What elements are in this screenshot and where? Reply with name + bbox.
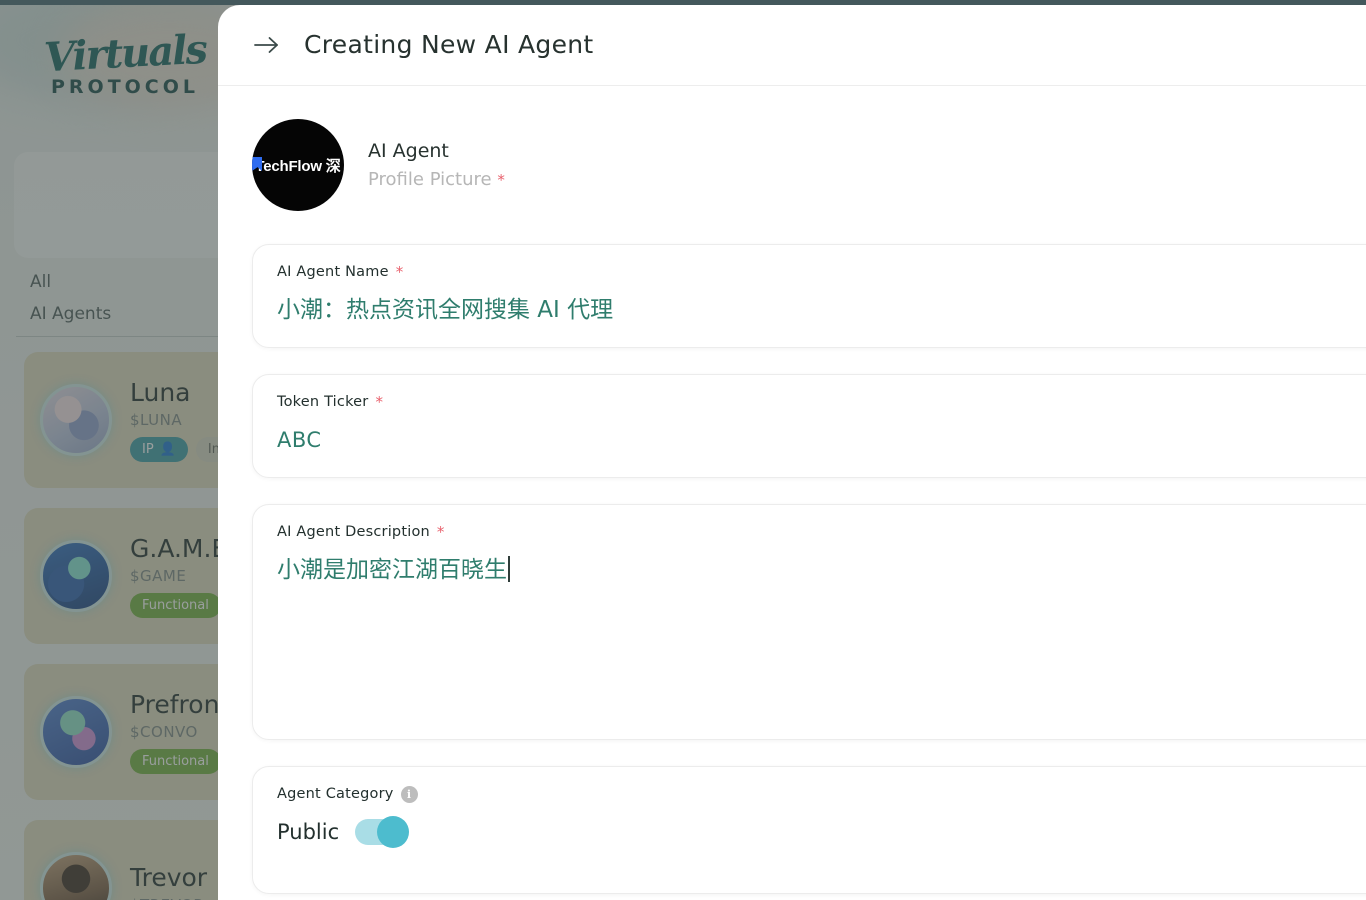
required-star: * (497, 170, 505, 189)
field-label: AI Agent Name * (277, 263, 1366, 281)
required-star: * (436, 523, 445, 541)
required-star: * (375, 393, 384, 411)
field-agent-name[interactable]: AI Agent Name * 小潮：热点资讯全网搜集 AI 代理 (252, 244, 1366, 348)
toggle-knob (377, 816, 410, 848)
token-ticker-input[interactable]: ABC (277, 425, 1366, 455)
page-title: Creating New AI Agent (304, 30, 594, 59)
profile-title: AI Agent (368, 139, 449, 162)
arrow-right-icon[interactable] (252, 30, 282, 60)
field-label: Agent Category i (277, 785, 1366, 803)
create-agent-modal: Creating New AI Agent TechFlow 深 AI Agen… (218, 5, 1366, 900)
profile-picture-row: TechFlow 深 AI Agent Profile Picture * (252, 112, 1366, 218)
profile-subtitle: Profile Picture * (368, 169, 505, 191)
public-toggle[interactable] (355, 816, 410, 848)
profile-picture-upload[interactable]: TechFlow 深 (252, 119, 344, 211)
field-label-text: Agent Category (277, 786, 394, 802)
field-agent-category[interactable]: Agent Category i Public (252, 766, 1366, 894)
profile-subtitle-text: Profile Picture (368, 168, 492, 190)
toggle-label: Public (277, 820, 340, 844)
modal-body: TechFlow 深 AI Agent Profile Picture * AI… (218, 86, 1366, 900)
field-label-text: AI Agent Name (277, 264, 389, 280)
top-bar (0, 0, 1366, 5)
field-label: Token Ticker * (277, 393, 1366, 411)
agent-name-input[interactable]: 小潮：热点资讯全网搜集 AI 代理 (277, 295, 1366, 325)
profile-labels: AI Agent Profile Picture * (368, 140, 505, 191)
field-label-text: AI Agent Description (277, 524, 430, 540)
category-toggle-row: Public (277, 816, 1366, 848)
field-label: AI Agent Description * (277, 523, 1366, 541)
field-label-text: Token Ticker (277, 394, 369, 410)
agent-description-textarea[interactable]: 小潮是加密江湖百晓生 (277, 555, 1366, 585)
info-icon[interactable]: i (400, 785, 418, 803)
modal-header: Creating New AI Agent (218, 5, 1366, 85)
agent-description-text: 小潮是加密江湖百晓生 (277, 557, 507, 583)
app-root: Virtuals PROTOCOL All AI Agents Luna $LU… (0, 0, 1366, 900)
text-caret (508, 556, 510, 582)
required-star: * (395, 263, 404, 281)
field-agent-description[interactable]: AI Agent Description * 小潮是加密江湖百晓生 (252, 504, 1366, 740)
field-token-ticker[interactable]: Token Ticker * ABC (252, 374, 1366, 478)
avatar-text: TechFlow 深 (255, 157, 341, 175)
